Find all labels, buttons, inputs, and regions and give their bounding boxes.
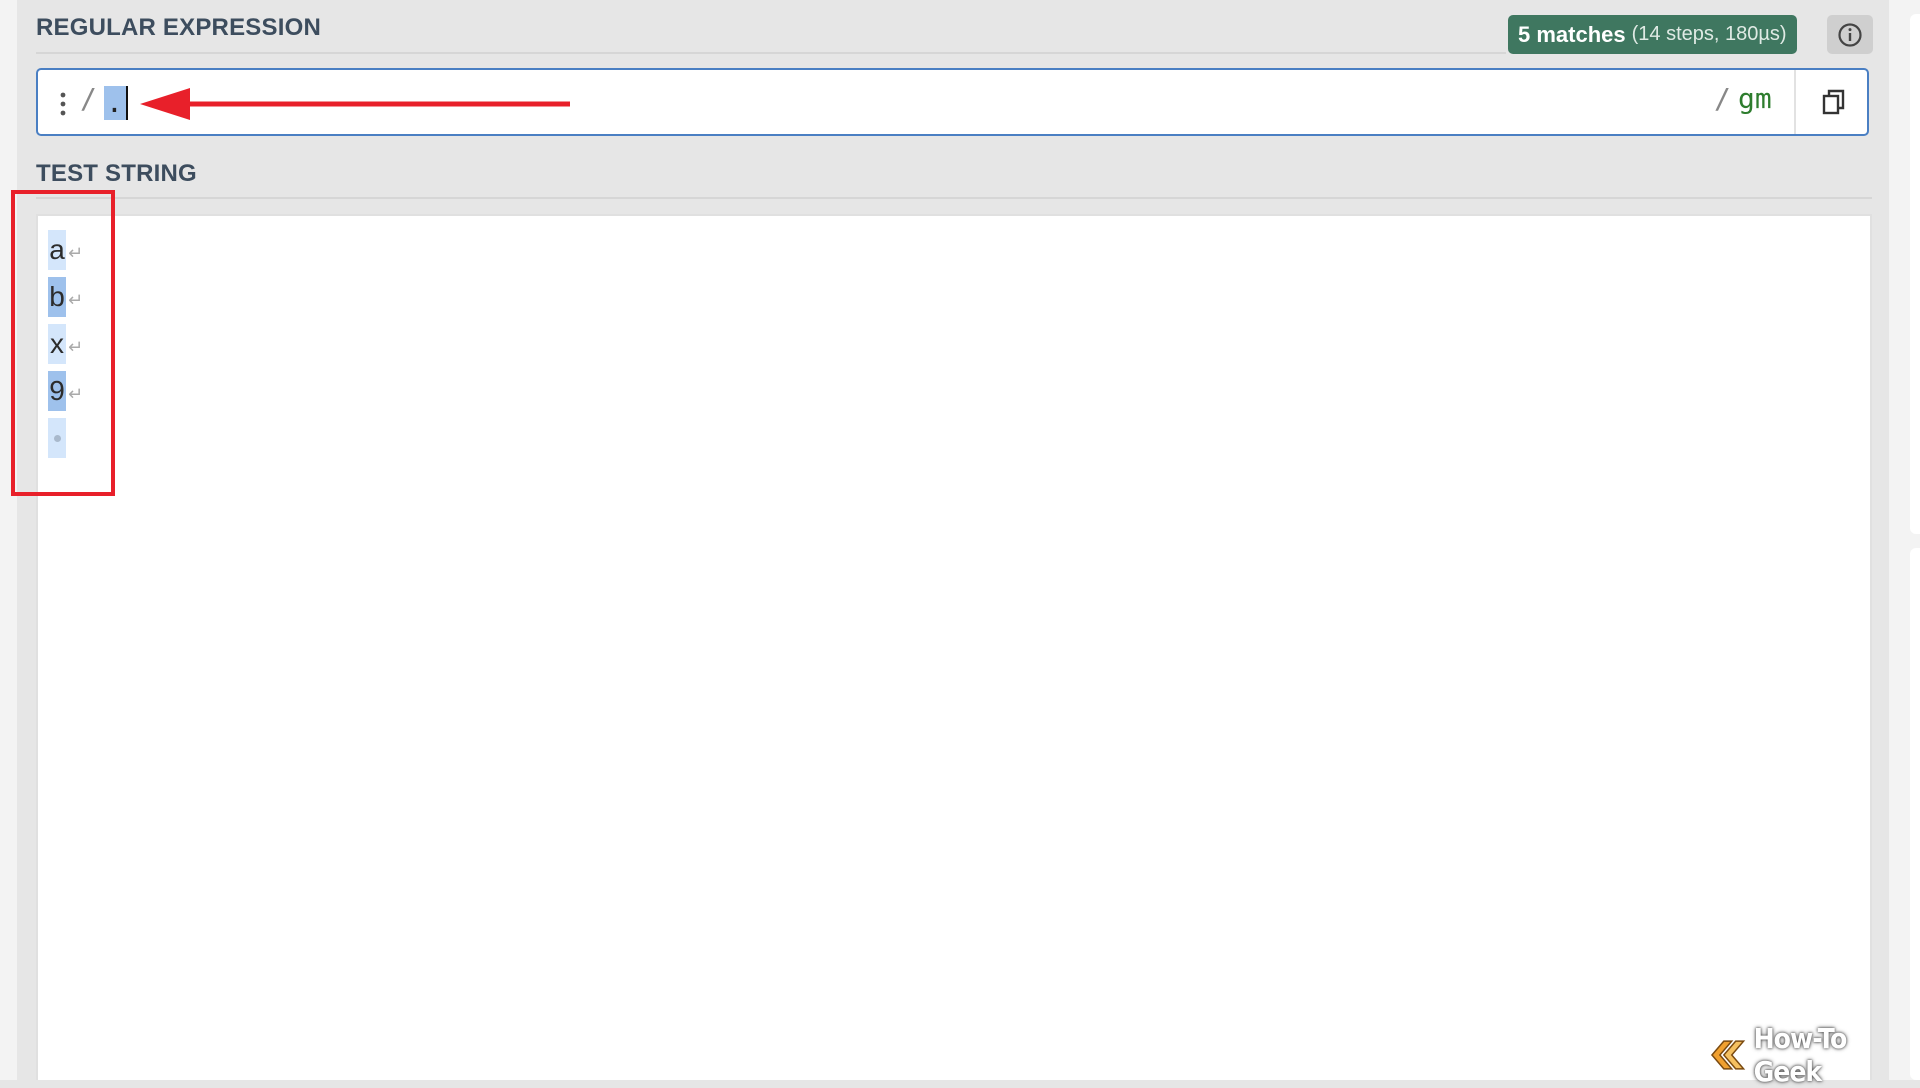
info-icon xyxy=(1838,22,1862,47)
test-string-editor[interactable]: a ↵ b ↵ x ↵ 9 ↵ xyxy=(36,214,1872,1080)
info-button[interactable] xyxy=(1827,15,1873,54)
regex-section-title: REGULAR EXPRESSION xyxy=(36,14,321,41)
match-info-badge: 5 matches (14 steps, 180µs) xyxy=(1508,15,1797,54)
test-string-line: a ↵ xyxy=(48,230,83,270)
newline-marker: ↵ xyxy=(68,383,84,404)
regex-open-delimiter: / xyxy=(80,82,97,115)
match-highlight: 9 xyxy=(48,371,66,411)
test-title-divider xyxy=(36,197,1872,199)
match-detail: (14 steps, 180µs) xyxy=(1631,23,1787,45)
right-panel-card-top xyxy=(1910,14,1920,534)
match-highlight: x xyxy=(48,324,66,364)
newline-marker: ↵ xyxy=(68,289,84,310)
regex-input-container[interactable]: / . / gm xyxy=(36,68,1869,136)
match-highlight: a xyxy=(48,230,66,270)
regex-title-divider xyxy=(36,52,1506,54)
regex-flags-button[interactable]: gm xyxy=(1738,82,1772,115)
how-to-geek-logo-icon xyxy=(1710,1040,1746,1070)
copy-icon xyxy=(1822,89,1844,115)
test-string-line: x ↵ xyxy=(48,324,83,364)
regex-close-delimiter: / xyxy=(1714,82,1731,115)
left-panel-edge xyxy=(0,0,17,1080)
test-string-line: b ↵ xyxy=(48,277,83,317)
newline-marker: ↵ xyxy=(68,336,84,357)
test-string-line xyxy=(48,418,66,458)
newline-marker: ↵ xyxy=(68,242,84,263)
watermark-text: How-To Geek xyxy=(1753,1022,1848,1088)
right-panel-card-bottom xyxy=(1910,548,1920,1080)
copy-regex-button[interactable] xyxy=(1794,70,1871,134)
test-string-line: 9 ↵ xyxy=(48,371,83,411)
match-count: 5 matches xyxy=(1518,21,1626,47)
end-of-text-marker xyxy=(48,418,66,458)
regex-pattern-input[interactable]: . xyxy=(104,86,128,120)
drag-handle-icon[interactable] xyxy=(60,92,66,116)
match-highlight: b xyxy=(48,277,66,317)
test-string-section-title: TEST STRING xyxy=(36,160,197,187)
how-to-geek-logo: How-To Geek xyxy=(1708,1022,1920,1088)
